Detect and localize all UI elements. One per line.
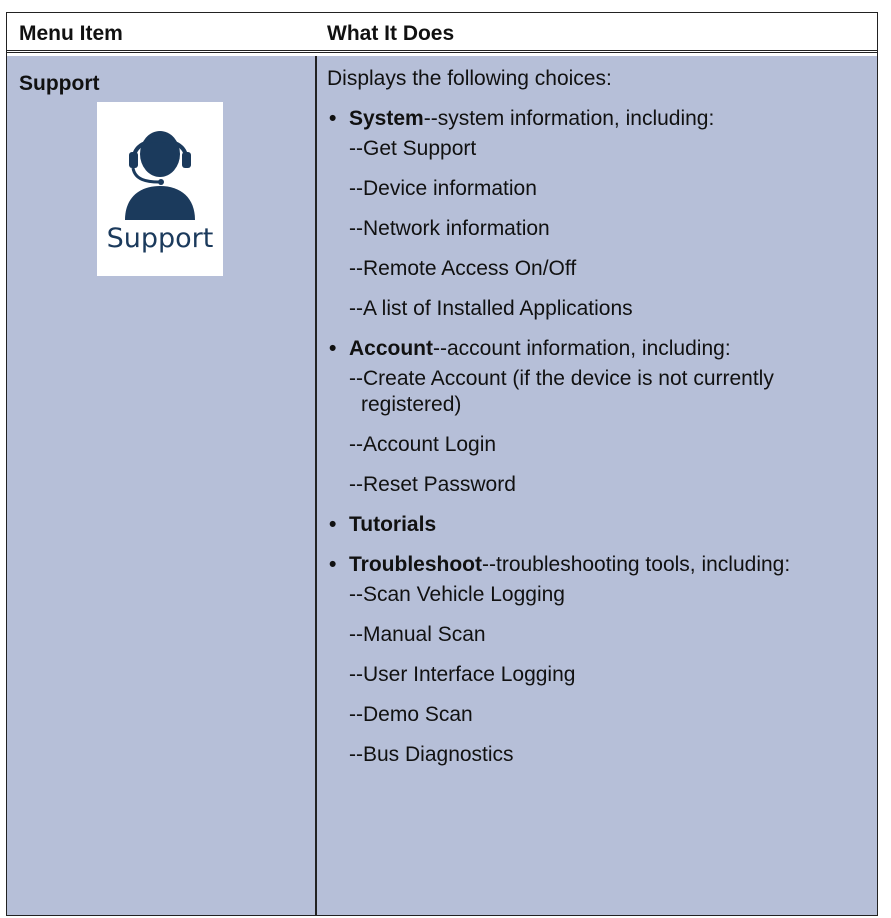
header-menu-item: Menu Item <box>19 22 123 45</box>
support-icon-label: Support <box>106 223 214 254</box>
list-item: --Scan Vehicle Logging <box>349 583 565 606</box>
section-desc: --troubleshooting tools, including: <box>482 553 791 576</box>
bullet-dot: • <box>329 337 337 360</box>
list-item: --Account Login <box>349 433 497 456</box>
section-troubleshoot: • Troubleshoot--troubleshooting tools, in… <box>327 552 867 578</box>
bullet-dot: • <box>329 553 337 576</box>
list-item: --A list of Installed Applications <box>349 297 633 320</box>
list-item: --Bus Diagnostics <box>349 743 514 766</box>
section-title: Troubleshoot <box>349 553 482 576</box>
menu-table: Menu Item What It Does Support Support D… <box>6 12 878 916</box>
section-desc: --account information, including: <box>433 337 731 360</box>
list-item: --Remote Access On/Off <box>349 257 577 280</box>
table-row: Support Support Displays the following c… <box>7 56 877 915</box>
support-icon-tile: Support <box>97 102 223 276</box>
section-title: Tutorials <box>349 513 437 536</box>
intro-text: Displays the following choices: <box>327 67 612 90</box>
description-cell: Displays the following choices: • System-… <box>327 66 867 782</box>
header-what-it-does: What It Does <box>327 22 455 45</box>
bullet-dot: • <box>329 107 337 130</box>
list-item: --Reset Password <box>349 473 516 496</box>
list-item: --Create Account (if the device is not c… <box>349 367 774 416</box>
section-title: System <box>349 107 424 130</box>
list-item: --Get Support <box>349 137 477 160</box>
list-item: --Demo Scan <box>349 703 473 726</box>
headset-person-icon <box>125 131 195 220</box>
bullet-dot: • <box>329 513 337 536</box>
section-tutorials: • Tutorials <box>327 512 867 538</box>
column-divider <box>315 56 317 915</box>
section-title: Account <box>349 337 433 360</box>
section-system: • System--system information, including: <box>327 106 867 132</box>
list-item: --Network information <box>349 217 550 240</box>
list-item: --Manual Scan <box>349 623 486 646</box>
list-item: --User Interface Logging <box>349 663 576 686</box>
section-desc: --system information, including: <box>423 107 715 130</box>
table-header: Menu Item What It Does <box>7 13 877 53</box>
menu-item-name: Support <box>19 72 100 95</box>
section-account: • Account--account information, including… <box>327 336 867 362</box>
list-item: --Device information <box>349 177 537 200</box>
